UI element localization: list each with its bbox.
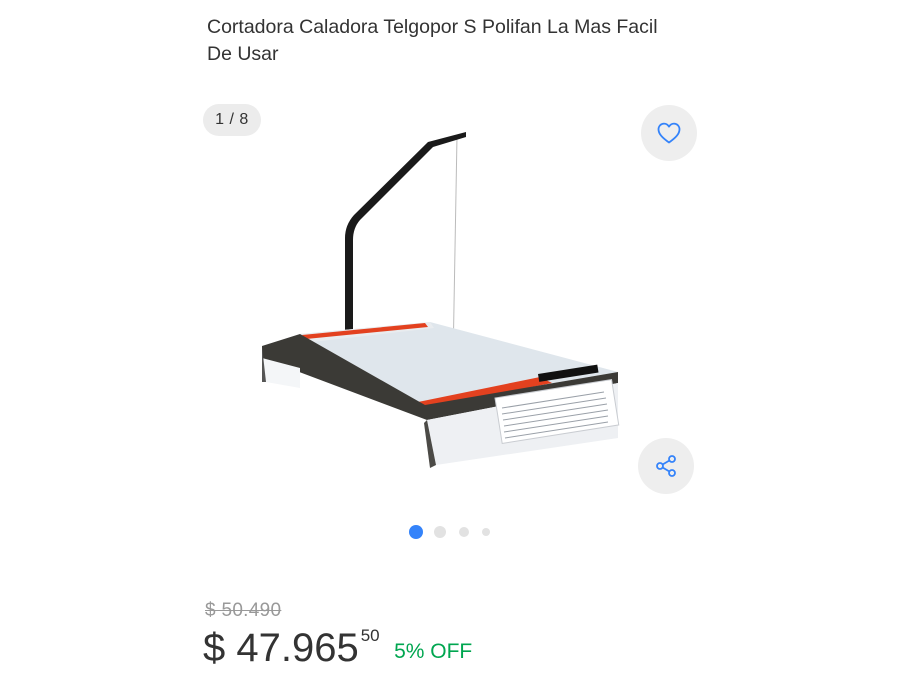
- share-button[interactable]: [638, 438, 694, 494]
- original-price: $ 50.490: [205, 600, 282, 621]
- product-image[interactable]: [240, 120, 640, 480]
- pagination-dot-1[interactable]: [409, 525, 423, 539]
- pagination-dot-2[interactable]: [434, 526, 446, 538]
- share-icon: [654, 454, 678, 478]
- pagination-dot-4[interactable]: [482, 528, 490, 536]
- gallery-pagination: [402, 522, 502, 542]
- price-cents: 50: [360, 626, 380, 645]
- heart-icon: [657, 122, 681, 144]
- current-price: $ 47.965 50 5% OFF: [203, 622, 472, 674]
- discount-badge: 5% OFF: [394, 640, 473, 663]
- pagination-dot-3[interactable]: [459, 527, 469, 537]
- product-title: Cortadora Caladora Telgopor S Polifan La…: [207, 16, 658, 65]
- price-currency: $: [203, 626, 237, 670]
- price-amount: 47.965: [236, 626, 359, 670]
- favorite-button[interactable]: [641, 105, 697, 161]
- product-page: Cortadora Caladora Telgopor S Polifan La…: [0, 0, 900, 675]
